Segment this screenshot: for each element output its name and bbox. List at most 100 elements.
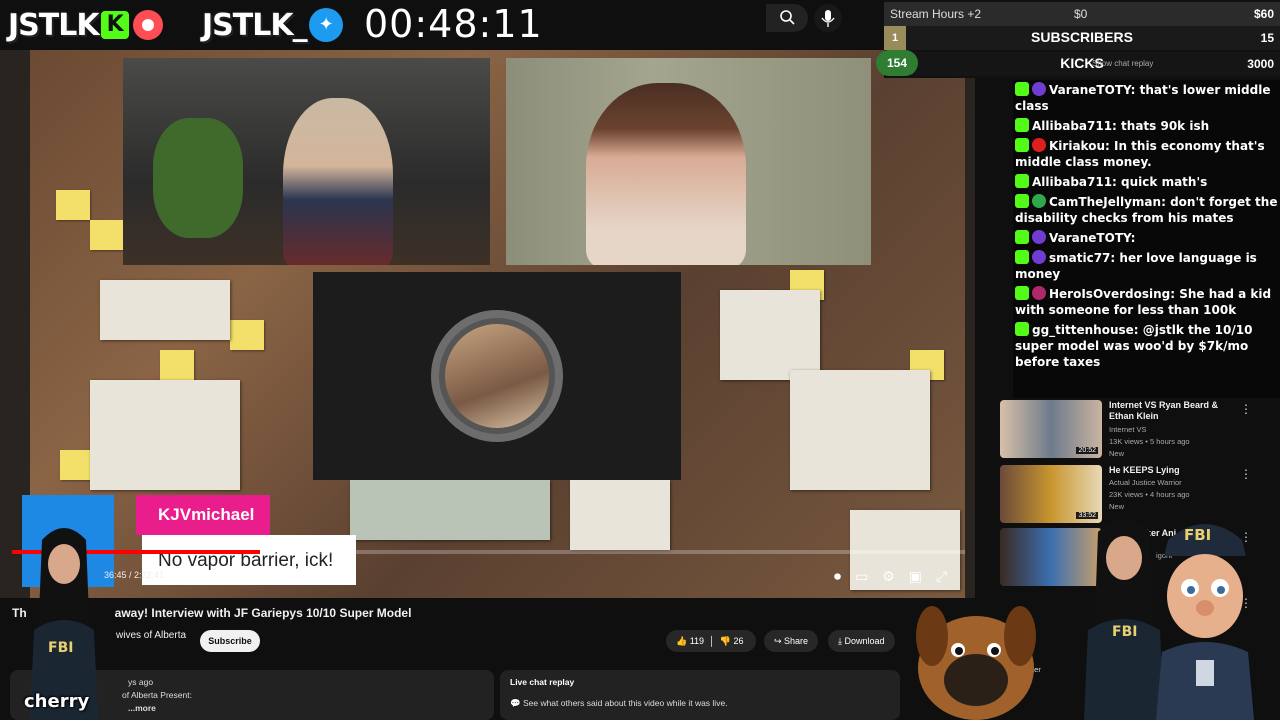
avatar [431, 310, 563, 442]
user-badge-icon [1032, 82, 1046, 96]
kick-badge-icon [1015, 118, 1029, 132]
twitter-bird-icon: ✦ [308, 8, 343, 42]
time-display: 36:45 / 2:22:41 [104, 570, 165, 580]
more-options-icon[interactable]: ⋮ [1240, 467, 1252, 481]
cartoon-dog-sticker [906, 588, 1046, 720]
paper-clipping [720, 290, 820, 380]
video-thumbnail: 20:52 [1000, 400, 1102, 458]
download-label: Download [844, 636, 885, 646]
like-dislike-group: 👍 119 │ 👎 26 [666, 630, 756, 652]
title-prefix: Th [12, 606, 27, 620]
user-badge-icon [1032, 138, 1046, 152]
fullscreen-icon[interactable]: ⤢ [936, 568, 947, 585]
chat-username[interactable]: VaraneTOTY: [1049, 231, 1135, 245]
autoplay-toggle-icon[interactable]: ⏺ [834, 568, 841, 585]
progress-bar[interactable] [12, 550, 965, 554]
chat-username[interactable]: VaraneTOTY: [1049, 83, 1135, 97]
user-badge-icon [1032, 194, 1046, 208]
kick-badge-icon [1015, 82, 1029, 96]
live-chat-replay-box[interactable]: Live chat replay 💬 See what others said … [500, 670, 900, 720]
new-badge: New [1109, 449, 1125, 458]
replay-text: See what others said about this video wh… [522, 698, 728, 708]
chat-username[interactable]: HeroIsOverdosing: [1049, 287, 1175, 301]
related-channel: Internet VS [1109, 425, 1147, 434]
like-button[interactable]: 👍 119 [676, 636, 704, 646]
subscribers-label: SUBSCRIBERS [1031, 29, 1133, 45]
more-options-icon[interactable]: ⋮ [1240, 402, 1252, 416]
chat-message: smatic77: her love language is money [1015, 250, 1278, 282]
subscribers-row: 1 SUBSCRIBERS 15 [884, 26, 1280, 50]
fbi-agent-woman-left: FBI [28, 520, 100, 720]
chat-username[interactable]: smatic77: [1049, 251, 1115, 265]
paper-clipping [90, 380, 240, 490]
video-player[interactable]: KJVmichael No vapor barrier, ick! 36:45 … [0, 50, 975, 598]
chat-username[interactable]: Allibaba711: [1032, 175, 1117, 189]
kicks-row: 154 KICKS 3000 [876, 50, 1280, 76]
mic-icon [821, 10, 835, 27]
chat-message: Kiriakou: In this economy that's middle … [1015, 138, 1278, 170]
webcam-guest-right [506, 58, 871, 265]
popup-message: No vapor barrier, ick! [142, 535, 356, 585]
subtitles-icon[interactable]: ▭ [855, 568, 868, 585]
chat-username[interactable]: gg_tittenhouse: [1032, 323, 1139, 337]
search-icon [780, 10, 795, 25]
related-video-item[interactable]: 20:52 Internet VS Ryan Beard & Ethan Kle… [996, 400, 1280, 462]
kicks-label: KICKS [1060, 55, 1104, 71]
chat-message: Allibaba711: quick math's [1015, 174, 1278, 190]
show-chat-replay-hint[interactable]: Show chat replay [1092, 59, 1153, 68]
miniplayer-icon[interactable]: ▣ [909, 568, 922, 585]
channel-name[interactable]: wives of Alberta [116, 630, 186, 641]
logo-text-2: JSTLK_ [202, 7, 308, 43]
share-label: Share [784, 636, 809, 646]
paper-clipping [570, 480, 670, 550]
related-views: 23K views • 4 hours ago [1109, 490, 1190, 499]
title-text: away! Interview with JF Gariepys 10/10 S… [114, 606, 412, 620]
download-button[interactable]: ⤓ Download [828, 630, 895, 652]
kick-logo-icon: K [100, 11, 129, 39]
subscribers-goal: 15 [1260, 31, 1274, 45]
popup-username: KJVmichael [136, 495, 270, 535]
search-button[interactable] [766, 4, 808, 32]
user-badge-icon [1032, 286, 1046, 300]
avatar-photo [445, 324, 549, 428]
sticky-note [230, 320, 264, 350]
chat-message: CamTheJellyman: don't forget the disabil… [1015, 194, 1278, 226]
webcam-host-left [123, 58, 490, 265]
chat-username[interactable]: Allibaba711: [1032, 119, 1117, 133]
chat-text: quick math's [1121, 175, 1208, 189]
kick-badge-icon [1015, 286, 1029, 300]
dislike-count: 26 [733, 636, 744, 646]
chat-message: Allibaba711: thats 90k ish [1015, 118, 1278, 134]
stream-timer: 00:48:11 [364, 2, 543, 46]
settings-gear-icon[interactable]: ⚙ [882, 568, 895, 585]
subscribe-button[interactable]: Subscribe [200, 630, 260, 652]
fbi-text-left: FBI [48, 640, 73, 656]
kicks-goal: 3000 [1247, 57, 1274, 71]
share-button[interactable]: ↪ Share [764, 630, 819, 652]
chat-message: VaraneTOTY: that's lower middle class [1015, 82, 1278, 114]
sticky-note [60, 450, 94, 480]
stream-goals-panel: Stream Hours +2 $0 $60 1 SUBSCRIBERS 15 … [876, 0, 1280, 78]
dislike-button[interactable]: 👎 26 [720, 636, 744, 646]
cherry-label: cherry [24, 691, 90, 712]
sticky-note [56, 190, 90, 220]
like-count: 119 [689, 636, 705, 646]
stream-hours-row: Stream Hours +2 $0 $60 [884, 2, 1280, 26]
chat-bubble-icon: 💬 [510, 698, 523, 708]
chat-username[interactable]: CamTheJellyman: [1049, 195, 1166, 209]
record-icon [132, 10, 163, 40]
stream-hours-goal: $60 [1253, 7, 1274, 21]
voice-search-button[interactable] [814, 4, 842, 32]
related-channel: Actual Justice Warrior [1109, 478, 1182, 487]
kick-badge-icon [1015, 250, 1029, 264]
user-badge-icon [1032, 230, 1046, 244]
fbi-agent-cartoon-man: FBI [1150, 512, 1260, 720]
chat-username[interactable]: Kiriakou: [1049, 139, 1110, 153]
related-views: 13K views • 5 hours ago [1109, 437, 1190, 446]
user-badge-icon [1032, 250, 1046, 264]
paper-clipping [790, 370, 930, 490]
guest-avatar-panel [313, 272, 681, 480]
chat-message: gg_tittenhouse: @jstlk the 10/10 super m… [1015, 322, 1278, 370]
related-title: He KEEPS Lying [1109, 465, 1180, 475]
fbi-cap-text: FBI [1184, 526, 1211, 544]
